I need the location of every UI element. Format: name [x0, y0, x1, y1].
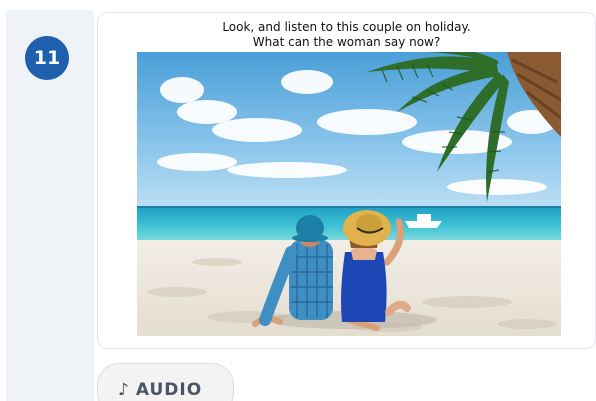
- beach-couple-image: [137, 52, 561, 336]
- audio-button-label: AUDIO: [135, 380, 203, 400]
- question-page: 11 Look, and listen to this couple on ho…: [0, 0, 596, 401]
- music-note-icon: ♪: [118, 380, 130, 400]
- question-prompt: Look, and listen to this couple on holid…: [97, 20, 596, 50]
- prompt-line-2: What can the woman say now?: [252, 35, 441, 49]
- prompt-line-1: Look, and listen to this couple on holid…: [222, 20, 471, 34]
- question-number-badge: 11: [25, 36, 69, 80]
- audio-button[interactable]: ♪ AUDIO: [97, 363, 234, 401]
